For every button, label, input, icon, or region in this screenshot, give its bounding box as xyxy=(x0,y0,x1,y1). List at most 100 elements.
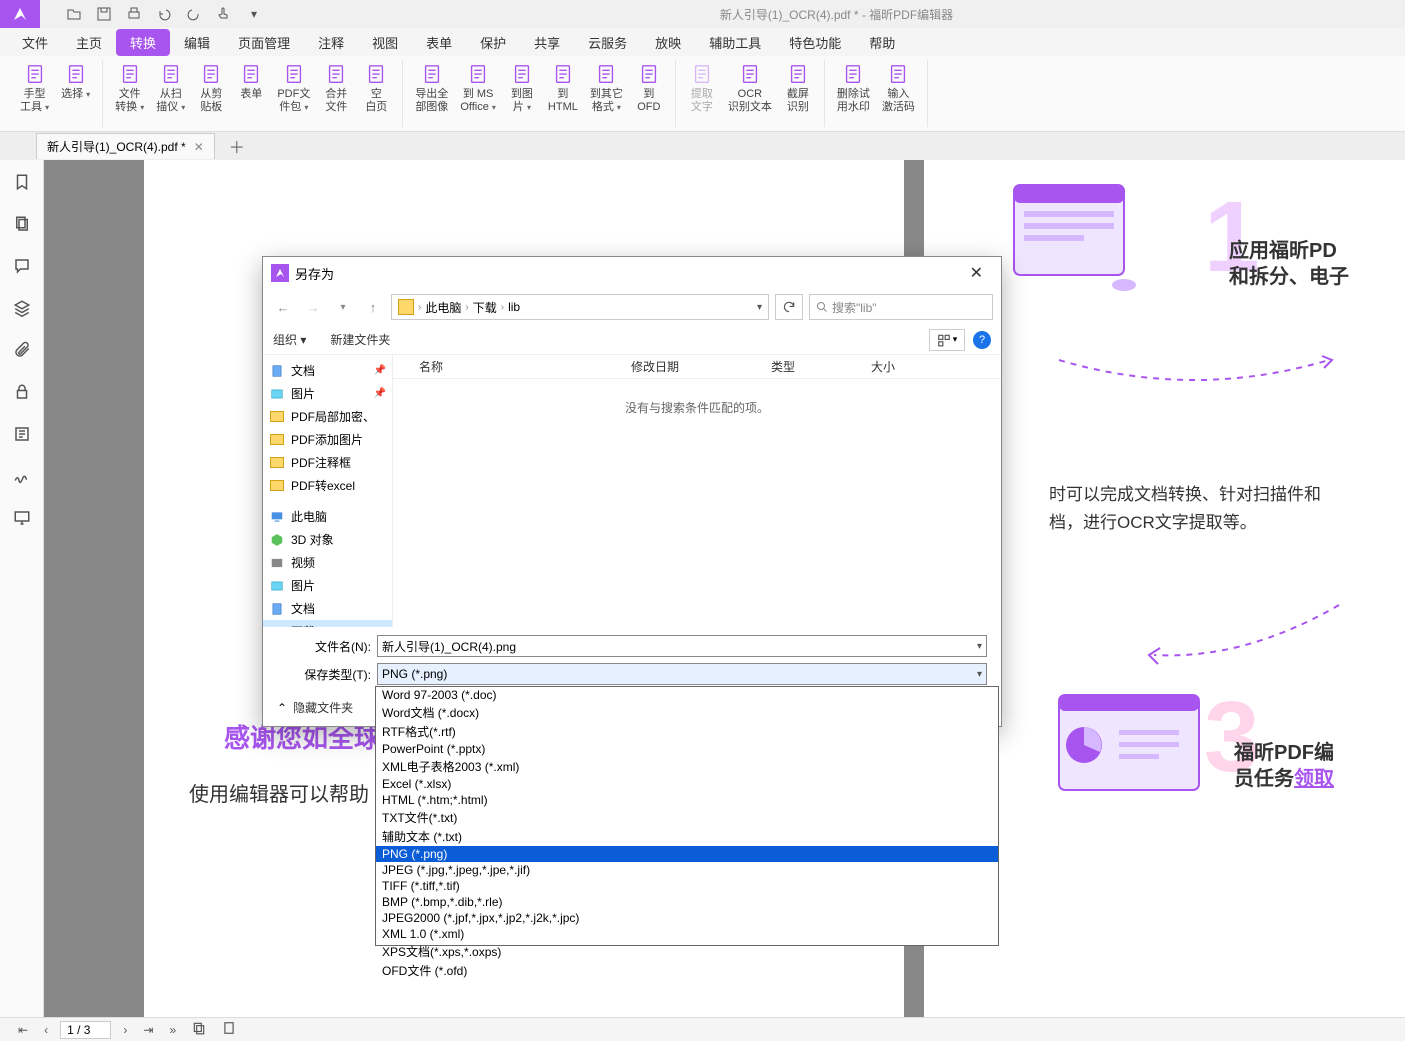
filetype-option[interactable]: TIFF (*.tiff,*.tif) xyxy=(376,878,998,894)
menu-编辑[interactable]: 编辑 xyxy=(170,29,224,56)
new-tab-button[interactable]: ＋ xyxy=(229,134,245,158)
ribbon-文件转换[interactable]: 文件 转换 ▾ xyxy=(109,60,150,116)
savetype-select[interactable]: PNG (*.png)▾ xyxy=(377,663,987,685)
filename-input[interactable]: 新人引导(1)_OCR(4).png▾ xyxy=(377,635,987,657)
presentation-icon[interactable] xyxy=(10,506,34,530)
menu-文件[interactable]: 文件 xyxy=(8,29,62,56)
refresh-button[interactable] xyxy=(775,294,803,320)
ribbon-手型工具[interactable]: 手型 工具 ▾ xyxy=(14,60,55,116)
menu-转换[interactable]: 转换 xyxy=(116,29,170,56)
qat-dropdown-icon[interactable]: ▾ xyxy=(240,2,268,26)
tree-item-图片[interactable]: 图片📌 xyxy=(263,382,392,405)
ribbon-OCR识别文本[interactable]: OCR 识别文本 xyxy=(722,60,778,116)
ribbon-合并文件[interactable]: 合并 文件 xyxy=(316,60,356,116)
view-options-button[interactable]: ▾ xyxy=(929,329,965,351)
ribbon-空白页[interactable]: 空 白页 xyxy=(356,60,396,116)
menu-放映[interactable]: 放映 xyxy=(641,29,695,56)
tree-item-3D 对象[interactable]: 3D 对象 xyxy=(263,528,392,551)
tree-item-文档[interactable]: 文档 xyxy=(263,597,392,620)
close-tab-icon[interactable]: ✕ xyxy=(194,140,204,154)
prev-page-button[interactable]: ‹ xyxy=(40,1023,52,1037)
close-dialog-button[interactable]: ✕ xyxy=(960,263,993,283)
undo-icon[interactable] xyxy=(150,2,178,26)
first-page-button[interactable]: ⇤ xyxy=(14,1023,32,1037)
menu-共享[interactable]: 共享 xyxy=(520,29,574,56)
attachment-icon[interactable] xyxy=(10,338,34,362)
filetype-option[interactable]: Word 97-2003 (*.doc) xyxy=(376,687,998,703)
menu-帮助[interactable]: 帮助 xyxy=(855,29,909,56)
ribbon-从剪贴板[interactable]: 从剪 贴板 xyxy=(191,60,231,116)
filetype-option[interactable]: RTF格式(*.rtf) xyxy=(376,722,998,741)
ribbon-删除试用水印[interactable]: 删除试 用水印 xyxy=(831,60,876,116)
ribbon-到MSOffice[interactable]: 到 MS Office ▾ xyxy=(454,60,502,116)
filetype-option[interactable]: PowerPoint (*.pptx) xyxy=(376,741,998,757)
ribbon-导出全部图像[interactable]: 导出全 部图像 xyxy=(409,60,454,116)
ribbon-到图片[interactable]: 到图 片 ▾ xyxy=(502,60,542,116)
ribbon-到HTML[interactable]: 到 HTML xyxy=(542,60,584,116)
document-tab[interactable]: 新人引导(1)_OCR(4).pdf * ✕ xyxy=(36,133,215,159)
copy-icon[interactable] xyxy=(188,1021,210,1038)
last-page-button[interactable]: ⇥ xyxy=(139,1023,157,1037)
new-folder-button[interactable]: 新建文件夹 xyxy=(330,331,390,348)
dialog-title-bar[interactable]: 另存为 ✕ xyxy=(263,257,1001,289)
nav-back-icon[interactable]: ← xyxy=(271,295,295,319)
filetype-option[interactable]: JPEG (*.jpg,*.jpeg,*.jpe,*.jif) xyxy=(376,862,998,878)
filetype-option[interactable]: XML 1.0 (*.xml) xyxy=(376,926,998,942)
menu-特色功能[interactable]: 特色功能 xyxy=(775,29,855,56)
filetype-option[interactable]: JPEG2000 (*.jpf,*.jpx,*.jp2,*.j2k,*.jpc) xyxy=(376,910,998,926)
nav-up-icon[interactable]: ↑ xyxy=(361,295,385,319)
ribbon-表单[interactable]: 表单 xyxy=(231,60,271,103)
column-type[interactable]: 类型 xyxy=(763,358,863,375)
filetype-option[interactable]: Word文档 (*.docx) xyxy=(376,703,998,722)
filetype-option[interactable]: XML电子表格2003 (*.xml) xyxy=(376,757,998,776)
next-page-button[interactable]: › xyxy=(119,1023,131,1037)
filetype-option[interactable]: BMP (*.bmp,*.dib,*.rle) xyxy=(376,894,998,910)
column-name[interactable]: 名称 xyxy=(393,358,623,375)
pages-icon[interactable] xyxy=(10,212,34,236)
tree-item-视频[interactable]: 视频 xyxy=(263,551,392,574)
column-size[interactable]: 大小 xyxy=(863,358,943,375)
tree-item-PDF注释框[interactable]: PDF注释框 xyxy=(263,451,392,474)
ribbon-到OFD[interactable]: 到 OFD xyxy=(629,60,669,116)
breadcrumb-bar[interactable]: › 此电脑 › 下载 › lib ▾ xyxy=(391,294,769,320)
search-box[interactable]: 搜索"lib" xyxy=(809,294,993,320)
filetype-option[interactable]: OFD文件 (*.ofd) xyxy=(376,961,998,980)
tree-item-此电脑[interactable]: 此电脑 xyxy=(263,505,392,528)
tree-item-PDF局部加密、[interactable]: PDF局部加密、 xyxy=(263,405,392,428)
tree-item-PDF添加图片[interactable]: PDF添加图片 xyxy=(263,428,392,451)
tree-item-文档[interactable]: 文档📌 xyxy=(263,359,392,382)
filetype-option[interactable]: Excel (*.xlsx) xyxy=(376,776,998,792)
help-button[interactable]: ? xyxy=(973,331,991,349)
crumb[interactable]: 此电脑 xyxy=(425,299,461,316)
save-icon[interactable] xyxy=(90,2,118,26)
filetype-option[interactable]: 辅助文本 (*.txt) xyxy=(376,827,998,846)
touch-icon[interactable] xyxy=(210,2,238,26)
print-icon[interactable] xyxy=(120,2,148,26)
page-icon[interactable] xyxy=(218,1021,240,1038)
menu-页面管理[interactable]: 页面管理 xyxy=(224,29,304,56)
fast-forward-button[interactable]: » xyxy=(165,1023,180,1037)
hide-folders-toggle[interactable]: 隐藏文件夹 xyxy=(293,699,353,716)
menu-辅助工具[interactable]: 辅助工具 xyxy=(695,29,775,56)
chevron-up-icon[interactable]: ⌃ xyxy=(277,701,287,715)
organize-button[interactable]: 组织 ▾ xyxy=(273,331,306,348)
menu-注释[interactable]: 注释 xyxy=(304,29,358,56)
page-indicator[interactable]: 1 / 3 xyxy=(60,1021,111,1039)
ribbon-从扫描仪[interactable]: 从扫 描仪 ▾ xyxy=(150,60,191,116)
ribbon-输入激活码[interactable]: 输入 激活码 xyxy=(876,60,921,116)
ribbon-选择[interactable]: 选择 ▾ xyxy=(55,60,96,103)
crumb[interactable]: 下载 xyxy=(473,299,497,316)
tree-item-图片[interactable]: 图片 xyxy=(263,574,392,597)
open-icon[interactable] xyxy=(60,2,88,26)
column-date[interactable]: 修改日期 xyxy=(623,358,763,375)
nav-recent-dropdown-icon[interactable]: ▾ xyxy=(331,295,355,319)
menu-视图[interactable]: 视图 xyxy=(358,29,412,56)
ribbon-到其它格式[interactable]: 到其它 格式 ▾ xyxy=(584,60,629,116)
tree-item-PDF转excel[interactable]: PDF转excel xyxy=(263,474,392,497)
filetype-option[interactable]: HTML (*.htm;*.html) xyxy=(376,792,998,808)
ribbon-PDF文件包[interactable]: PDF文 件包 ▾ xyxy=(271,60,316,116)
crumb[interactable]: lib xyxy=(508,300,520,314)
form-fill-icon[interactable] xyxy=(10,422,34,446)
ribbon-截屏识别[interactable]: 截屏 识别 xyxy=(778,60,818,116)
filetype-option[interactable]: PNG (*.png) xyxy=(376,846,998,862)
